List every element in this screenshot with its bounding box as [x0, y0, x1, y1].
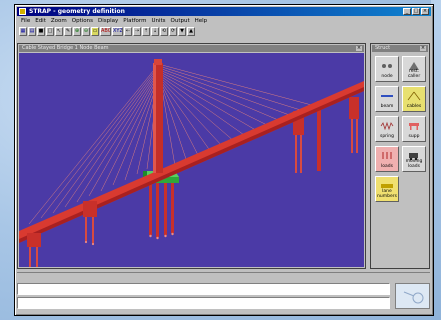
table-icon[interactable]: ▤	[28, 27, 36, 36]
palette-rest-caller-label: rest. caller	[407, 69, 421, 79]
model-window-title-bar[interactable]: Cable Stayed Bridge 1 Node Beam ×	[19, 45, 364, 52]
palette-moving-loads-button[interactable]: moving loads	[402, 146, 426, 172]
model-viewport[interactable]	[19, 53, 364, 267]
pointer-icon[interactable]: ↖	[55, 27, 63, 36]
palette-lane-numbers-button[interactable]: lane numbers	[375, 176, 399, 202]
spin-left-icon[interactable]: ⟲	[160, 27, 168, 36]
title-bar[interactable]: STRAP - geometry definition _ □ ×	[17, 7, 431, 16]
palette-lane-numbers-label: lane numbers	[377, 189, 397, 199]
pencil-icon[interactable]: ✎	[64, 27, 72, 36]
menu-bar: File Edit Zoom Options Display Platform …	[17, 17, 431, 25]
palette-close-button[interactable]: ×	[420, 46, 426, 51]
palette-loads-label: loads	[381, 164, 393, 169]
palette-rest-caller-button[interactable]: rest. caller	[402, 56, 426, 82]
loads-icon	[382, 152, 392, 159]
rotate-left-icon[interactable]: ⇠	[124, 27, 132, 36]
element-palette: Struct × node rest. caller beam cables s…	[370, 43, 430, 269]
view-down-icon[interactable]: ▼	[178, 27, 186, 36]
menu-help[interactable]: Help	[195, 17, 208, 25]
bridge-model	[19, 53, 364, 267]
command-line-1[interactable]	[17, 283, 390, 295]
palette-loads-button[interactable]: loads	[375, 146, 399, 172]
palette-cables-button[interactable]: cables	[402, 86, 426, 112]
minimize-button[interactable]: _	[403, 8, 411, 15]
model-window: Cable Stayed Bridge 1 Node Beam ×	[17, 43, 366, 269]
stop-icon[interactable]: ■	[37, 27, 45, 36]
close-button[interactable]: ×	[421, 8, 429, 15]
palette-cables-label: cables	[406, 104, 422, 109]
main-pylon	[153, 59, 163, 173]
palette-beam-button[interactable]: beam	[375, 86, 399, 112]
palette-supp-button[interactable]: supp	[402, 116, 426, 142]
view-up-icon[interactable]: ▲	[187, 27, 195, 36]
beam-icon	[381, 95, 393, 97]
menu-units[interactable]: Units	[151, 17, 165, 25]
zoom-out-icon[interactable]: ⊖	[82, 27, 90, 36]
cables-icon	[407, 91, 421, 101]
rotate-down-icon[interactable]: ⇣	[151, 27, 159, 36]
support-icon	[409, 123, 419, 130]
maximize-button[interactable]: □	[412, 8, 420, 15]
spring-icon	[380, 121, 394, 131]
spin-right-icon[interactable]: ⟳	[169, 27, 177, 36]
palette-moving-loads-label: moving loads	[405, 159, 423, 169]
app-icon[interactable]	[19, 8, 26, 15]
rotate-up-icon[interactable]: ⇡	[142, 27, 150, 36]
status-separator	[17, 272, 430, 273]
window-icon[interactable]: ▭	[91, 27, 99, 36]
logo-panel	[395, 283, 430, 309]
menu-options[interactable]: Options	[72, 17, 93, 25]
model-window-close-button[interactable]: ×	[356, 46, 362, 51]
palette-spring-button[interactable]: spring	[375, 116, 399, 142]
window-title: STRAP - geometry definition	[29, 8, 125, 15]
palette-beam-label: beam	[380, 104, 394, 109]
axes-icon[interactable]: XYZ	[112, 27, 123, 36]
palette-node-button[interactable]: node	[375, 56, 399, 82]
rotate-right-icon[interactable]: ⇢	[133, 27, 141, 36]
logo-icon	[403, 291, 424, 304]
menu-zoom[interactable]: Zoom	[51, 17, 67, 25]
menu-edit[interactable]: Edit	[35, 17, 46, 25]
palette-title-bar[interactable]: Struct ×	[372, 45, 428, 52]
zoom-in-icon[interactable]: ⊕	[73, 27, 81, 36]
palette-node-label: node	[381, 74, 393, 79]
menu-display[interactable]: Display	[98, 17, 118, 25]
text-icon[interactable]: ABC	[100, 27, 111, 36]
toolbar: ▦ ▤ ■ □ ↖ ✎ ⊕ ⊖ ▭ ABC XYZ ⇠ ⇢ ⇡ ⇣ ⟲ ⟳ ▼ …	[17, 26, 431, 37]
frame-icon[interactable]: □	[46, 27, 54, 36]
palette-title: Struct	[375, 45, 391, 51]
model-window-title: Cable Stayed Bridge 1 Node Beam	[22, 45, 109, 51]
palette-spring-label: spring	[379, 134, 394, 139]
menu-platform[interactable]: Platform	[123, 17, 146, 25]
menu-output[interactable]: Output	[171, 17, 190, 25]
command-line-2[interactable]	[17, 297, 390, 309]
grid-icon[interactable]: ▦	[19, 27, 27, 36]
palette-supp-label: supp	[408, 134, 420, 139]
menu-file[interactable]: File	[21, 17, 30, 25]
node-icon	[382, 64, 392, 68]
